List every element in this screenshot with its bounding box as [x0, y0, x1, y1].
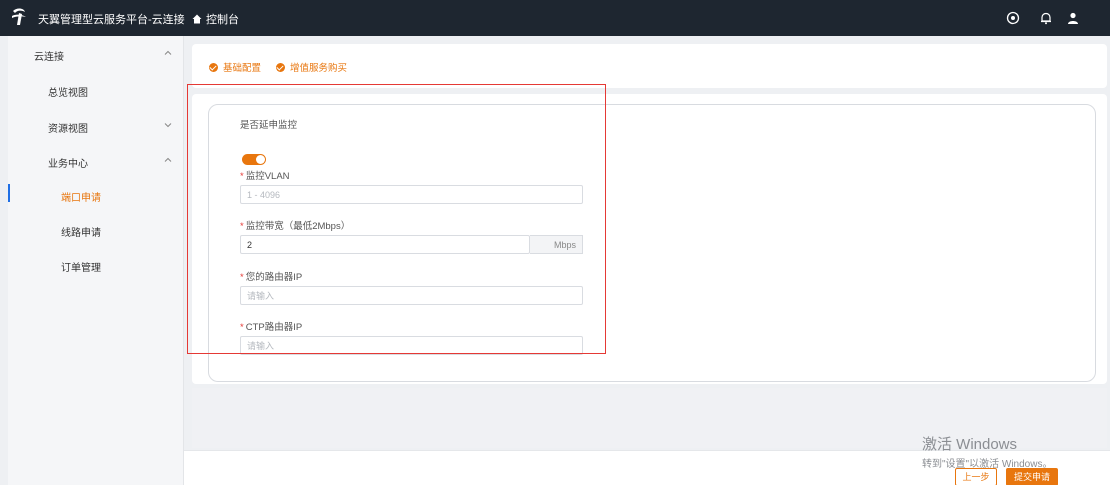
activation-title: 激活 Windows [922, 436, 1018, 453]
vlan-input[interactable] [240, 185, 583, 204]
sidebar-item-label: 订单管理 [61, 263, 101, 274]
ctp-ip-input[interactable] [240, 336, 583, 355]
home-icon [192, 14, 202, 24]
chevron-down-icon [164, 123, 172, 128]
step-value-added-service[interactable]: 增值服务购买 [276, 60, 347, 74]
globe-icon[interactable] [1006, 11, 1020, 25]
sidebar: 云连接 总览视图 资源视图 业务中心 端口申请 线路申请 订单管理 [8, 36, 184, 485]
sidebar-item-label: 资源视图 [48, 124, 88, 135]
sidebar-item-port-apply[interactable]: 端口申请 [8, 185, 184, 205]
windows-activation-watermark: 激活 Windows 转到"设置"以激活 Windows。 [922, 433, 1052, 470]
sidebar-item-cloud-connect[interactable]: 云连接 [8, 44, 184, 64]
sidebar-item-label: 云连接 [34, 52, 64, 63]
router-ip-label: * 您的路由器IP [240, 269, 302, 283]
required-mark: * [240, 272, 244, 283]
console-label: 控制台 [206, 14, 239, 26]
sidebar-item-order-management[interactable]: 订单管理 [8, 255, 184, 275]
user-icon[interactable] [1066, 11, 1080, 25]
sidebar-item-label: 线路申请 [61, 228, 101, 239]
sidebar-item-label: 端口申请 [61, 193, 101, 204]
bell-icon[interactable] [1039, 11, 1053, 25]
router-ip-label-text: 您的路由器IP [245, 272, 303, 283]
bandwidth-input[interactable] [240, 235, 530, 254]
ctp-ip-label-text: CTP路由器IP [245, 322, 303, 333]
active-item-indicator [8, 184, 10, 202]
step-label: 基础配置 [223, 63, 262, 74]
submit-button[interactable]: 提交申请 [1006, 468, 1058, 485]
activation-subtitle: 转到"设置"以激活 Windows。 [922, 459, 1053, 470]
extend-monitor-label: 是否延申监控 [240, 120, 298, 131]
sidebar-item-business-center[interactable]: 业务中心 [8, 151, 184, 171]
chevron-up-icon [164, 50, 172, 55]
form-panel: 是否延申监控 *监控VLAN *监控带宽（最低2Mbps） Mbps *您的路由… [192, 94, 1107, 384]
required-mark: * [240, 322, 244, 333]
required-mark: * [240, 171, 244, 182]
telecom-logo-icon[interactable] [10, 7, 28, 27]
sidebar-item-resource-view[interactable]: 资源视图 [8, 116, 184, 136]
check-circle-icon [209, 63, 218, 72]
sidebar-item-label: 总览视图 [48, 88, 88, 99]
prev-button[interactable]: 上一步 [955, 468, 997, 485]
required-mark: * [240, 221, 244, 232]
sidebar-item-label: 业务中心 [48, 159, 88, 170]
step-label: 增值服务购买 [290, 63, 348, 74]
ctp-ip-label: * CTP路由器IP [240, 319, 302, 333]
step-basic-config[interactable]: 基础配置 [209, 60, 261, 74]
bandwidth-label: * 监控带宽（最低2Mbps） [240, 218, 350, 232]
app-title: 天翼管理型云服务平台-云连接 [38, 14, 185, 26]
bandwidth-unit: Mbps [530, 235, 583, 254]
vlan-label: * 监控VLAN [240, 168, 290, 182]
sidebar-item-line-apply[interactable]: 线路申请 [8, 220, 184, 240]
extend-monitor-toggle[interactable] [242, 154, 266, 165]
sidebar-item-overview[interactable]: 总览视图 [8, 80, 184, 100]
vlan-label-text: 监控VLAN [245, 171, 290, 182]
bandwidth-label-text: 监控带宽（最低2Mbps） [245, 221, 351, 232]
form-card: 是否延申监控 *监控VLAN *监控带宽（最低2Mbps） Mbps *您的路由… [208, 104, 1096, 382]
console-link[interactable]: 控制台 [192, 11, 239, 27]
chevron-up-icon [164, 157, 172, 162]
check-circle-icon [276, 63, 285, 72]
top-bar: 天翼管理型云服务平台-云连接 控制台 [0, 0, 1110, 36]
steps-bar: 基础配置 增值服务购买 [192, 44, 1107, 88]
router-ip-input[interactable] [240, 286, 583, 305]
